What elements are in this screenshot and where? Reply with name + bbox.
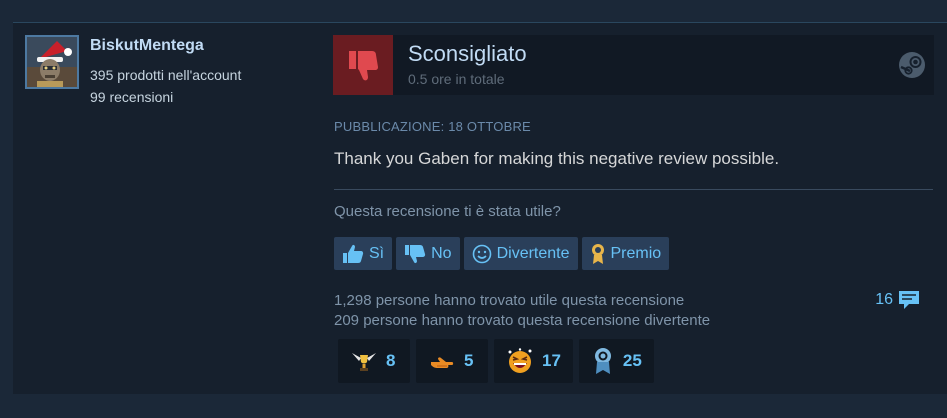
award-ribbon-medal[interactable]: 25 xyxy=(578,339,654,383)
award-ribbon-icon xyxy=(591,243,604,264)
comment-count: 16 xyxy=(875,291,893,308)
ribbon-medal-icon xyxy=(594,348,611,374)
helpful-stats: 1,298 persone hanno trovato utile questa… xyxy=(334,291,710,331)
award-laughing-face[interactable]: 17 xyxy=(494,339,573,383)
author-reviews[interactable]: 99 recensioni xyxy=(90,89,173,105)
award-button[interactable]: Premio xyxy=(581,237,670,270)
helpful-question: Questa recensione ti è stata utile? xyxy=(334,203,561,220)
posted-date: PUBBLICAZIONE: 18 OTTOBRE xyxy=(334,119,531,134)
recommendation-header: Sconsigliato 0.5 ore in totale xyxy=(333,35,934,95)
comments-link[interactable]: 16 xyxy=(875,289,921,311)
vote-buttons: Sì No Divertente Premio xyxy=(334,237,670,270)
thumbs-up-icon xyxy=(343,244,364,263)
award-label: Premio xyxy=(610,244,662,262)
avatar[interactable] xyxy=(25,35,79,89)
review-author: BiskutMentega 395 prodotti nell'account … xyxy=(25,35,325,115)
awards-row: 8 5 17 25 xyxy=(338,339,654,383)
author-name[interactable]: BiskutMentega xyxy=(90,37,204,55)
vote-funny-button[interactable]: Divertente xyxy=(463,237,578,270)
comment-bubble-icon xyxy=(899,291,919,309)
award-count: 25 xyxy=(622,351,642,370)
playtime-hours: 0.5 ore in totale xyxy=(408,71,505,87)
award-count: 5 xyxy=(464,351,474,370)
author-products[interactable]: 395 prodotti nell'account xyxy=(90,67,241,83)
award-pointing-hand[interactable]: 5 xyxy=(416,339,488,383)
vote-funny-label: Divertente xyxy=(496,244,570,262)
review-card: BiskutMentega 395 prodotti nell'account … xyxy=(13,22,947,394)
divider xyxy=(334,189,933,190)
thumbs-down-icon xyxy=(333,35,393,95)
award-count: 17 xyxy=(542,351,561,370)
review-content: Thank you Gaben for making this negative… xyxy=(334,149,780,168)
award-winged-trophy[interactable]: 8 xyxy=(338,339,410,383)
winged-trophy-icon xyxy=(352,353,376,371)
vote-yes-label: Sì xyxy=(369,244,385,262)
funny-count-text: 209 persone hanno trovato questa recensi… xyxy=(334,312,711,329)
thumbs-down-icon xyxy=(405,244,426,263)
pointing-hand-icon xyxy=(431,357,454,368)
award-count: 8 xyxy=(386,351,396,370)
steam-logo-icon xyxy=(899,52,925,78)
smiley-icon xyxy=(472,244,491,263)
helpful-count-text: 1,298 persone hanno trovato utile questa… xyxy=(334,292,685,309)
vote-yes-button[interactable]: Sì xyxy=(334,237,393,270)
vote-no-button[interactable]: No xyxy=(396,237,460,270)
laughing-face-icon xyxy=(508,348,532,373)
vote-no-label: No xyxy=(431,244,452,262)
recommendation-title[interactable]: Sconsigliato xyxy=(408,41,527,67)
